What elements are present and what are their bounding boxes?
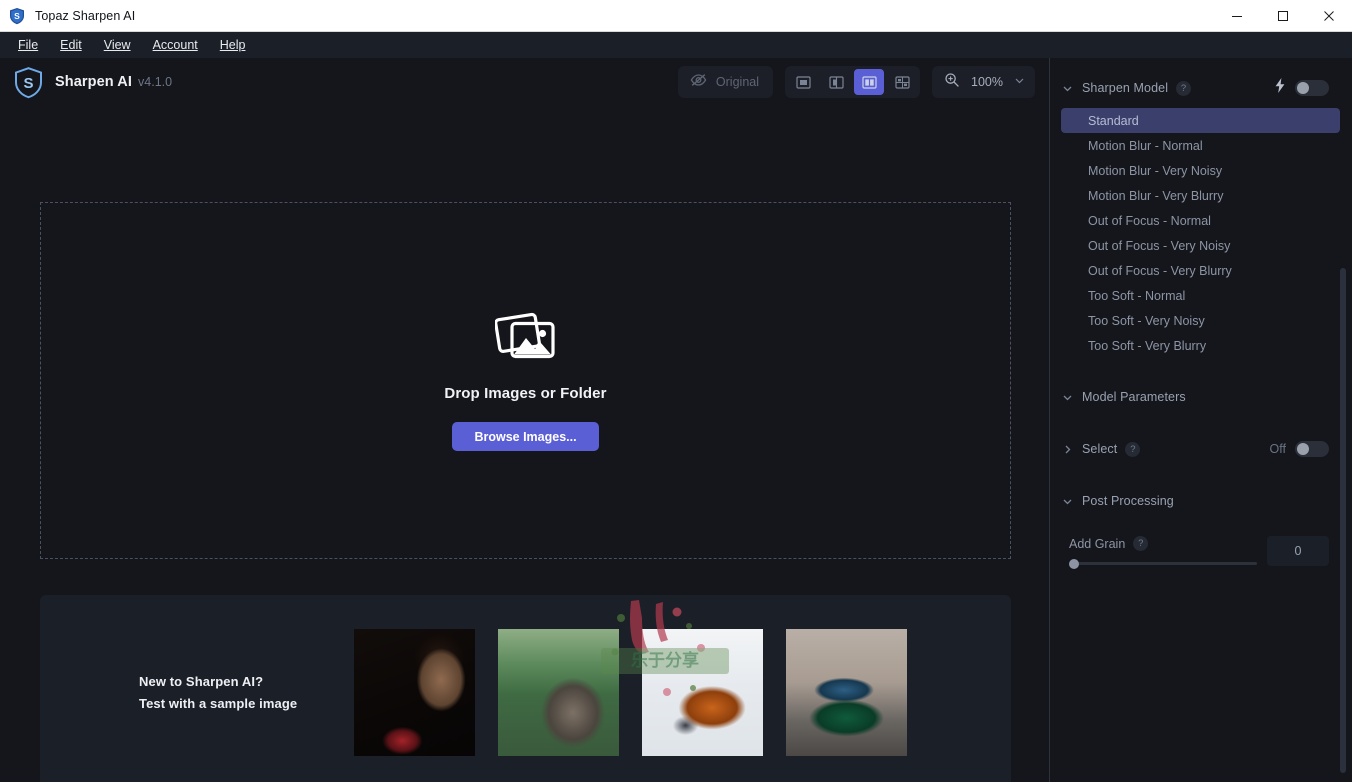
slider-knob[interactable] <box>1069 558 1079 569</box>
chevron-down-icon[interactable] <box>1061 391 1074 404</box>
select-header-actions: Off <box>1270 441 1329 457</box>
model-option-too-soft-very-blurry[interactable]: Too Soft - Very Blurry <box>1061 333 1340 358</box>
menu-label-help: Help <box>219 37 246 52</box>
add-grain-value[interactable]: 0 <box>1267 536 1329 566</box>
menu-item-help[interactable]: Help <box>209 32 257 58</box>
toolbar-controls: Original 100% <box>677 58 1035 106</box>
menu-label-view: View <box>103 37 131 52</box>
menu-item-account[interactable]: Account <box>142 32 209 58</box>
sample-thumb-fox[interactable] <box>642 629 763 756</box>
grid-pane-icon[interactable] <box>887 69 917 95</box>
menu-label-account: Account <box>152 37 198 52</box>
model-option-standard[interactable]: Standard <box>1061 108 1340 133</box>
svg-text:S: S <box>23 75 33 92</box>
canvas-area: Drop Images or Folder Browse Images... N… <box>0 106 1049 782</box>
sample-thumb-woman[interactable] <box>354 629 475 756</box>
sample-thumbnail-list <box>354 629 907 756</box>
model-option-out-of-focus-very-blurry[interactable]: Out of Focus - Very Blurry <box>1061 258 1340 283</box>
select-toggle[interactable] <box>1295 441 1329 457</box>
brand: S Sharpen AI v4.1.0 <box>12 66 172 99</box>
main-column: S Sharpen AI v4.1.0 Original 100% Drop I… <box>0 58 1050 782</box>
model-option-out-of-focus-normal[interactable]: Out of Focus - Normal <box>1061 208 1340 233</box>
add-grain-control: Add Grain ? 0 <box>1050 536 1351 569</box>
close-icon[interactable] <box>1306 0 1352 32</box>
original-button-label: Original <box>715 75 759 89</box>
sample-thumb-car[interactable] <box>786 629 907 756</box>
sample-heading-line2: Test with a sample image <box>139 695 298 711</box>
select-state-label: Off <box>1269 442 1286 456</box>
menu-item-view[interactable]: View <box>93 32 142 58</box>
zoom-in-icon[interactable] <box>944 72 960 93</box>
original-toggle-button[interactable]: Original <box>677 66 773 98</box>
add-grain-help-icon[interactable]: ? <box>1133 536 1149 551</box>
brand-name: Sharpen AI <box>55 74 133 90</box>
app-body: S Sharpen AI v4.1.0 Original 100% Drop I… <box>0 58 1352 782</box>
view-mode-group <box>785 66 920 98</box>
select-help-icon[interactable]: ? <box>1125 441 1141 457</box>
model-option-too-soft-very-noisy[interactable]: Too Soft - Very Noisy <box>1061 308 1340 333</box>
window-controls <box>1214 0 1352 32</box>
model-option-motion-blur-very-blurry[interactable]: Motion Blur - Very Blurry <box>1061 183 1340 208</box>
window-titlebar: S Topaz Sharpen AI <box>0 0 1352 32</box>
chevron-right-icon[interactable] <box>1061 443 1074 456</box>
dropzone-title: Drop Images or Folder <box>444 385 607 402</box>
chevron-down-icon[interactable] <box>1061 82 1074 95</box>
chevron-down-icon[interactable] <box>1061 495 1074 508</box>
sharpen-model-option-list: Standard Motion Blur - Normal Motion Blu… <box>1050 108 1351 358</box>
sample-heading: New to Sharpen AI? Test with a sample im… <box>139 671 354 715</box>
brand-version: v4.1.0 <box>138 75 173 89</box>
sharpen-model-help-icon[interactable]: ? <box>1176 80 1192 96</box>
sharpen-model-title: Sharpen Model <box>1082 81 1169 95</box>
select-title: Select <box>1082 442 1118 456</box>
post-processing-section-header[interactable]: Post Processing <box>1050 486 1351 516</box>
single-pane-icon[interactable] <box>788 69 818 95</box>
sample-images-strip: New to Sharpen AI? Test with a sample im… <box>40 595 1011 782</box>
model-option-too-soft-normal[interactable]: Too Soft - Normal <box>1061 283 1340 308</box>
menu-label-edit: Edit <box>60 37 82 52</box>
add-grain-label: Add Grain <box>1069 536 1126 551</box>
post-processing-title: Post Processing <box>1082 494 1174 508</box>
lightning-bolt-icon[interactable] <box>1274 78 1286 98</box>
menu-item-edit[interactable]: Edit <box>49 32 93 58</box>
model-option-motion-blur-very-noisy[interactable]: Motion Blur - Very Noisy <box>1061 158 1340 183</box>
shield-s-icon: S <box>8 7 26 25</box>
chevron-down-icon[interactable] <box>1014 73 1025 91</box>
model-option-out-of-focus-very-noisy[interactable]: Out of Focus - Very Noisy <box>1061 233 1340 258</box>
menu-item-file[interactable]: File <box>7 32 49 58</box>
maximize-icon[interactable] <box>1260 0 1306 32</box>
toggle-knob <box>1297 443 1309 455</box>
minimize-icon[interactable] <box>1214 0 1260 32</box>
dual-pane-icon[interactable] <box>854 69 884 95</box>
sharpen-model-auto-toggle[interactable] <box>1295 80 1329 96</box>
shield-s-icon: S <box>12 66 45 99</box>
model-parameters-section-header[interactable]: Model Parameters <box>1050 382 1351 412</box>
menubar: File Edit View Account Help <box>0 32 1352 58</box>
zoom-level-label: 100% <box>971 75 1003 89</box>
settings-panel: Sharpen Model ? Standard Motion Blur - N… <box>1050 58 1351 782</box>
images-stack-icon <box>493 310 557 367</box>
svg-text:S: S <box>14 11 20 21</box>
split-pane-icon[interactable] <box>821 69 851 95</box>
settings-panel-scrollbar[interactable] <box>1340 268 1346 773</box>
dropzone[interactable]: Drop Images or Folder Browse Images... <box>40 202 1011 559</box>
menu-label-file: File <box>18 37 39 52</box>
zoom-control[interactable]: 100% <box>932 66 1035 98</box>
window-title: Topaz Sharpen AI <box>35 8 136 23</box>
model-option-motion-blur-normal[interactable]: Motion Blur - Normal <box>1061 133 1340 158</box>
sample-thumb-owl[interactable] <box>498 629 619 756</box>
add-grain-slider[interactable] <box>1069 558 1257 569</box>
sharpen-model-header-actions <box>1274 78 1329 98</box>
sample-heading-line1: New to Sharpen AI? <box>139 673 264 689</box>
model-parameters-title: Model Parameters <box>1082 390 1186 404</box>
app-toolbar: S Sharpen AI v4.1.0 Original 100% <box>0 58 1049 106</box>
toggle-knob <box>1297 82 1309 94</box>
select-section-header[interactable]: Select ? Off <box>1050 434 1351 464</box>
eye-off-icon <box>690 73 707 92</box>
sharpen-model-section-header[interactable]: Sharpen Model ? <box>1050 73 1351 103</box>
browse-images-button[interactable]: Browse Images... <box>452 422 599 451</box>
